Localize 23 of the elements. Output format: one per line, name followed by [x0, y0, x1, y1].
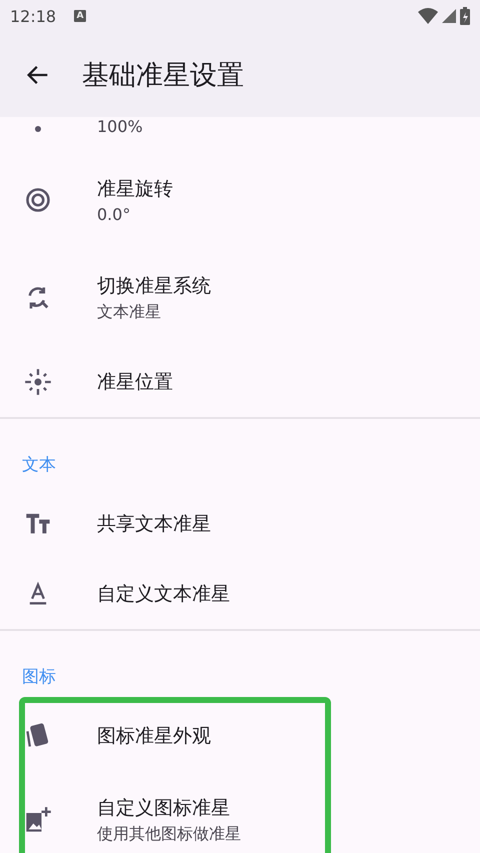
wifi-icon	[418, 8, 438, 24]
crosshair-icon	[24, 368, 52, 396]
setting-title[interactable]: 共享文本准星	[97, 511, 211, 537]
image-add-icon	[24, 806, 52, 834]
setting-summary: 0.0°	[97, 205, 132, 224]
setting-title[interactable]: 准星旋转	[97, 176, 173, 202]
status-time: 12:18	[10, 6, 56, 26]
notification-icon: A	[74, 10, 86, 22]
setting-summary: 100%	[97, 117, 143, 136]
section-header: 文本	[21, 454, 57, 477]
target-icon	[24, 186, 52, 214]
setting-summary: 文本准星	[97, 302, 162, 323]
signal-icon	[442, 9, 456, 23]
section-header: 图标	[21, 666, 57, 689]
setting-summary: 使用其他图标做准星	[97, 824, 241, 845]
setting-title[interactable]: 自定义图标准星	[97, 795, 241, 821]
battery-icon	[460, 7, 470, 25]
dot-icon	[35, 126, 41, 132]
setting-title[interactable]: 图标准星外观	[97, 723, 211, 749]
setting-title[interactable]: 准星位置	[97, 369, 173, 395]
page-title: 基础准星设置	[82, 58, 244, 92]
setting-title[interactable]: 自定义文本准星	[97, 581, 230, 607]
setting-title[interactable]: 切换准星系统	[97, 273, 211, 299]
